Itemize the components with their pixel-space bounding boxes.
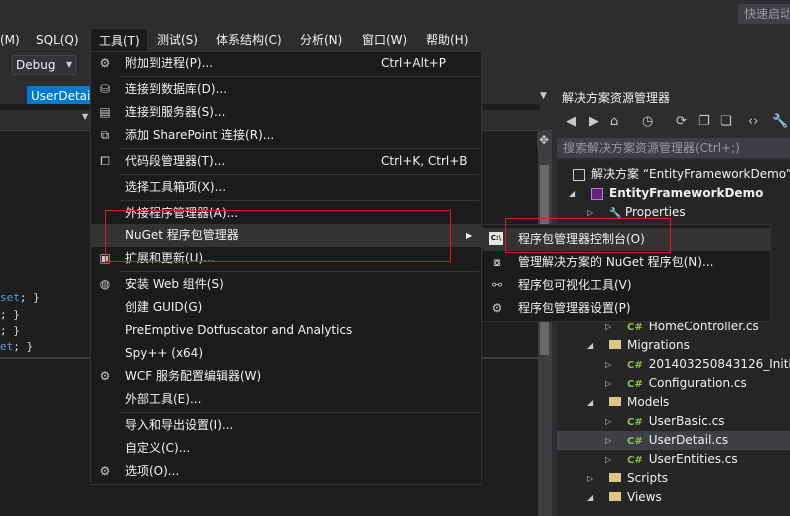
- expand-arrow-icon[interactable]: ◢: [587, 393, 593, 412]
- submenu-item-package-settings[interactable]: ⚙ 程序包管理器设置(P): [482, 297, 770, 320]
- annotation-box-package-console: [505, 218, 671, 253]
- collapse-arrow-icon[interactable]: ▷: [605, 412, 611, 431]
- menu-item-attach-process[interactable]: ⚙ 附加到进程(P)... Ctrl+Alt+P: [91, 52, 481, 75]
- menu-item-choose-toolbox[interactable]: 选择工具箱项(X)...: [91, 176, 481, 199]
- menu-separator: [119, 148, 479, 149]
- collapse-arrow-icon[interactable]: ▷: [605, 450, 611, 469]
- menu-item-customize[interactable]: 自定义(C)...: [91, 437, 481, 460]
- solution-explorer-title: 解决方案资源管理器: [562, 91, 671, 105]
- collapse-arrow-icon[interactable]: ▷: [605, 355, 611, 374]
- chevron-down-icon: ▼: [66, 60, 73, 69]
- annotation-box-nuget-menu: [105, 210, 451, 262]
- menu-item-snippets-manager[interactable]: ⧠ 代码段管理器(T)... Ctrl+K, Ctrl+B: [91, 150, 481, 173]
- wcf-config-icon: ⚙: [99, 369, 111, 383]
- menu-test[interactable]: 测试(S): [157, 28, 198, 52]
- tree-item-scripts[interactable]: Scripts: [609, 469, 668, 488]
- quick-launch-input[interactable]: 快速启动: [738, 4, 790, 24]
- folder-icon: [609, 340, 621, 349]
- menu-separator: [119, 412, 479, 413]
- menu-item-connect-server[interactable]: ▤ 连接到服务器(S)...: [91, 101, 481, 124]
- title-bar: [0, 0, 790, 28]
- show-all-files-icon[interactable]: ❏: [720, 114, 732, 129]
- refresh-icon[interactable]: ⟳: [676, 114, 687, 129]
- submenu-item-manage-packages[interactable]: ⧇ 管理解决方案的 NuGet 程序包(N)...: [482, 251, 770, 274]
- collapse-arrow-icon[interactable]: ▷: [605, 431, 611, 450]
- properties-wrench-icon[interactable]: 🔧: [772, 114, 788, 129]
- menu-sql[interactable]: SQL(Q): [36, 28, 79, 52]
- collapse-arrow-icon[interactable]: ▷: [587, 469, 593, 488]
- connect-database-icon: ⛁: [99, 82, 111, 96]
- submenu-arrow-icon: ▶: [466, 231, 473, 240]
- solution-icon: [573, 168, 585, 181]
- menu-item-spy[interactable]: Spy++ (x64): [91, 342, 481, 365]
- menu-separator: [119, 200, 479, 201]
- sharepoint-icon: ⧉: [100, 128, 110, 142]
- menu-item-external-tools[interactable]: 外部工具(E)...: [91, 388, 481, 411]
- folder-icon: [609, 397, 621, 406]
- gear-icon: ⚙: [99, 464, 111, 478]
- menu-partial[interactable]: (M): [0, 28, 20, 52]
- collapse-arrow-icon[interactable]: ▷: [605, 374, 611, 393]
- menu-architecture[interactable]: 体系结构(C): [216, 28, 282, 52]
- forward-icon[interactable]: ▶: [589, 114, 599, 129]
- connect-server-icon: ▤: [99, 105, 111, 119]
- dropdown-arrow-icon[interactable]: ▼: [540, 91, 547, 101]
- menu-item-create-guid[interactable]: 创建 GUID(G): [91, 296, 481, 319]
- tree-item-solution[interactable]: 解决方案 “EntityFrameworkDemo”: [573, 165, 790, 184]
- menu-item-connect-database[interactable]: ⛁ 连接到数据库(D)...: [91, 78, 481, 101]
- split-window-icon[interactable]: ✥: [537, 132, 551, 148]
- menu-tools[interactable]: 工具(T): [90, 28, 148, 52]
- menu-analyze[interactable]: 分析(N): [300, 28, 342, 52]
- code-line: et; }: [0, 340, 34, 353]
- tree-item-userdetail[interactable]: C# UserDetail.cs: [627, 431, 728, 450]
- menu-item-sharepoint[interactable]: ⧉ 添加 SharePoint 连接(R)...: [91, 124, 481, 147]
- collapse-all-icon[interactable]: ❐: [698, 114, 710, 129]
- expand-arrow-icon[interactable]: ◢: [569, 184, 575, 203]
- tree-item-migration-file[interactable]: C#201403250843126_InitialC: [627, 355, 790, 374]
- submenu-item-visualizer[interactable]: ⚯ 程序包可视化工具(V): [482, 274, 770, 297]
- tree-item-configuration[interactable]: C# Configuration.cs: [627, 374, 747, 393]
- web-platform-icon: ◍: [99, 277, 111, 291]
- code-line: ; }: [0, 324, 20, 337]
- expand-arrow-icon[interactable]: ◢: [587, 336, 593, 355]
- tree-item-userentities[interactable]: C# UserEntities.cs: [627, 450, 738, 469]
- tree-item-models[interactable]: Models: [609, 393, 669, 412]
- attach-process-icon: ⚙: [99, 56, 111, 70]
- view-code-icon[interactable]: ‹›: [748, 114, 758, 129]
- console-icon: C:\: [489, 232, 503, 245]
- menu-window[interactable]: 窗口(W): [362, 28, 407, 52]
- home-icon[interactable]: ⌂: [610, 114, 618, 129]
- code-line: ; }: [0, 308, 20, 321]
- menu-item-options[interactable]: ⚙ 选项(O)...: [91, 460, 481, 483]
- csharp-project-icon: [591, 187, 603, 200]
- folder-icon: [609, 492, 621, 501]
- visualizer-icon: ⚯: [491, 278, 503, 292]
- menu-item-import-export[interactable]: 导入和导出设置(I)...: [91, 414, 481, 437]
- tree-item-project[interactable]: EntityFrameworkDemo: [591, 184, 763, 203]
- tree-item-views[interactable]: Views: [609, 488, 662, 507]
- tree-item-migrations[interactable]: Migrations: [609, 336, 690, 355]
- tab-userdetail[interactable]: UserDetail: [27, 86, 93, 106]
- folder-icon: [609, 473, 621, 482]
- menu-separator: [119, 174, 479, 175]
- wrench-icon: 🔧: [609, 208, 622, 219]
- tree-item-userbasic[interactable]: C# UserBasic.cs: [627, 412, 725, 431]
- gear-icon: ⚙: [491, 301, 503, 315]
- back-icon[interactable]: ◀: [566, 114, 576, 129]
- chevron-down-icon[interactable]: ▼: [82, 112, 88, 121]
- menu-help[interactable]: 帮助(H): [426, 28, 468, 52]
- menu-separator: [119, 76, 479, 77]
- history-icon[interactable]: ◷: [642, 114, 653, 129]
- menu-separator: [119, 271, 479, 272]
- code-line: set; }: [0, 291, 40, 304]
- expand-arrow-icon[interactable]: ◢: [587, 488, 593, 507]
- package-icon: ⧇: [493, 255, 501, 269]
- solution-search-input[interactable]: 搜索解决方案资源管理器(Ctrl+;): [557, 138, 790, 158]
- snippets-icon: ⧠: [100, 154, 110, 168]
- menu-item-wcf-editor[interactable]: ⚙ WCF 服务配置编辑器(W): [91, 365, 481, 388]
- menu-item-dotfuscator[interactable]: PreEmptive Dotfuscator and Analytics: [91, 319, 481, 342]
- menu-item-web-components[interactable]: ◍ 安装 Web 组件(S): [91, 273, 481, 296]
